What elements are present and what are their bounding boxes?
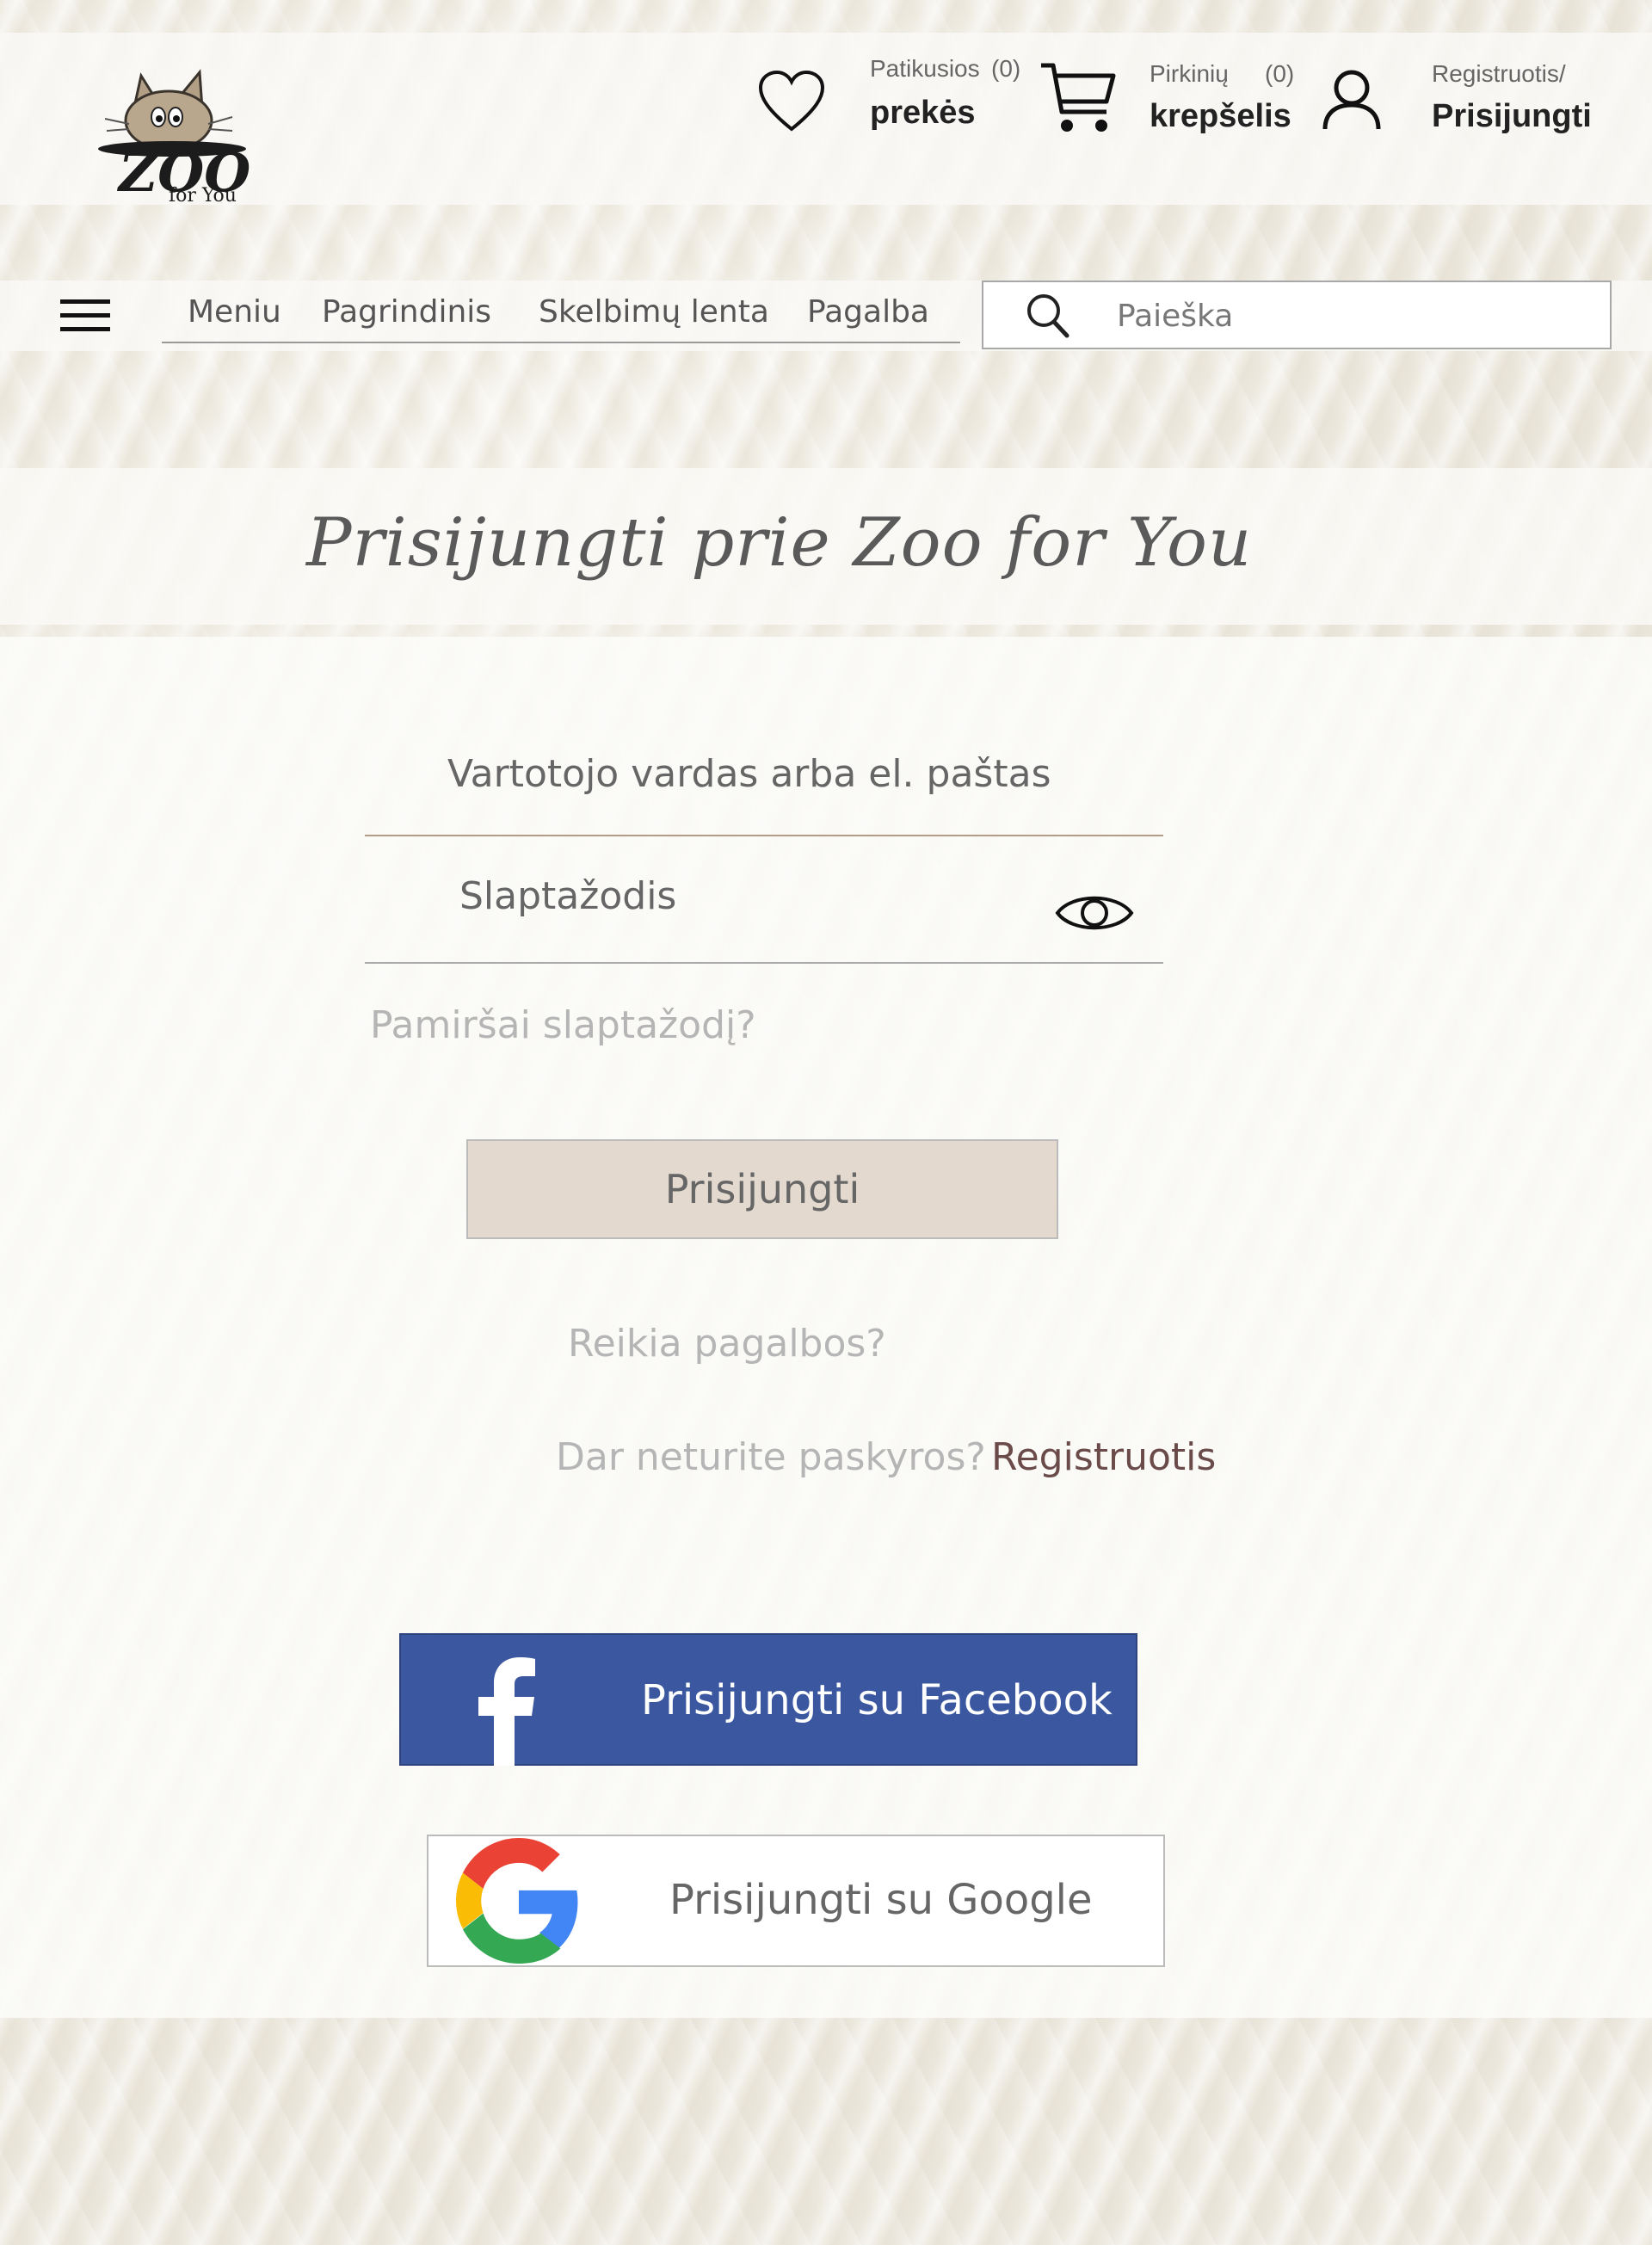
forgot-password-link[interactable]: Pamiršai slaptažodį? <box>370 1003 756 1047</box>
cart-link[interactable]: Pirkinių (0) krepšelis <box>1039 60 1298 155</box>
facebook-login-label: Prisijungti su Facebook <box>641 1676 1113 1724</box>
favorites-link[interactable]: Patikusios (0) prekės <box>757 55 1024 155</box>
account-big-label: Prisijungti <box>1432 98 1592 134</box>
user-icon <box>1322 70 1381 130</box>
cart-count: (0) <box>1265 60 1295 87</box>
google-login-label: Prisijungti su Google <box>669 1876 1093 1924</box>
cat-hat-logo-icon: ZOO for You <box>98 69 250 207</box>
cart-icon <box>1041 63 1116 132</box>
cart-small-label: Pirkinių <box>1150 60 1229 87</box>
nav-item-pagrindinis[interactable]: Pagrindinis <box>322 294 491 330</box>
nav-item-meniu[interactable]: Meniu <box>188 294 281 330</box>
favorites-count: (0) <box>991 55 1021 82</box>
login-button[interactable]: Prisijungti <box>466 1139 1058 1239</box>
nav-item-pagalba[interactable]: Pagalba <box>807 294 929 330</box>
register-link[interactable]: Registruotis <box>991 1435 1216 1479</box>
menu-toggle[interactable] <box>59 298 112 334</box>
username-underline <box>365 835 1163 836</box>
account-link[interactable]: Registruotis/ Prisijungti <box>1322 60 1614 155</box>
cart-big-label: krepšelis <box>1150 98 1291 134</box>
favorites-small-label: Patikusios <box>870 55 980 82</box>
search-input[interactable] <box>1115 289 1600 342</box>
eye-icon[interactable] <box>1055 886 1134 940</box>
help-link[interactable]: Reikia pagalbos? <box>568 1322 886 1366</box>
search-icon[interactable] <box>1026 293 1070 339</box>
password-underline <box>365 962 1163 964</box>
account-small-label: Registruotis/ <box>1432 60 1566 87</box>
nav-underline <box>162 342 960 343</box>
heart-icon <box>758 70 825 132</box>
svg-text:for You: for You <box>169 185 237 205</box>
no-account-text: Dar neturite paskyros? <box>556 1435 986 1479</box>
hamburger-icon <box>60 299 110 331</box>
password-field[interactable]: Slaptažodis <box>459 874 676 918</box>
nav-item-skelbimu-lenta[interactable]: Skelbimų lenta <box>539 294 769 330</box>
google-icon <box>456 1838 578 1964</box>
facebook-icon <box>478 1657 535 1766</box>
site-logo[interactable]: ZOO for You <box>96 41 251 207</box>
username-field[interactable]: Vartotojo vardas arba el. paštas <box>447 752 1051 796</box>
page-title: Prisijungti prie Zoo for You <box>306 504 1253 582</box>
favorites-big-label: prekės <box>870 95 976 131</box>
